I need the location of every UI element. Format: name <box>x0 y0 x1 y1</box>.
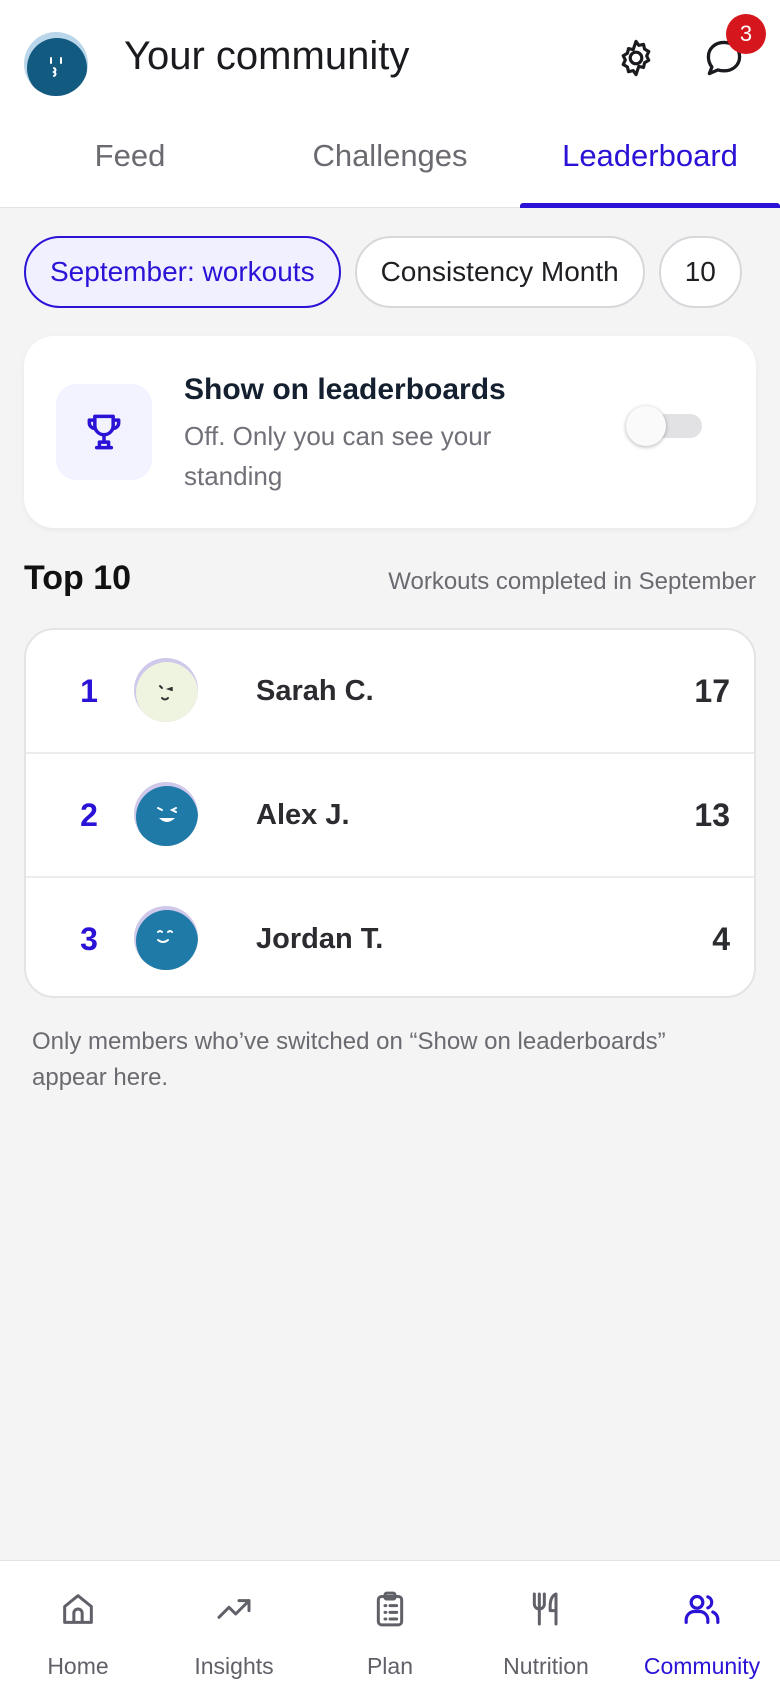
tab-challenges[interactable]: Challenges <box>260 122 520 208</box>
user-avatar[interactable] <box>24 32 88 96</box>
trophy-icon-box <box>56 384 152 480</box>
leaderboard-row[interactable]: 3 Jordan T. 4 <box>26 876 754 996</box>
tab-leaderboard[interactable]: Leaderboard <box>520 122 780 208</box>
settings-button[interactable] <box>606 28 666 88</box>
member-name: Jordan T. <box>256 923 384 955</box>
leaderboard-footnote: Only members who’ve switched on “Show on… <box>32 1028 666 1091</box>
page-title: Your community <box>124 34 410 78</box>
member-avatar <box>134 658 198 722</box>
app-header: Your community 3 Feed Challenges Leaderb… <box>0 0 780 208</box>
nav-community-label: Community <box>643 1653 761 1679</box>
fork-knife-icon <box>532 1592 558 1626</box>
trend-icon <box>217 1599 251 1619</box>
nav-home-label: Home <box>47 1653 109 1679</box>
people-icon <box>684 1594 720 1624</box>
member-score: 4 <box>712 921 730 957</box>
leaderboard-title: Top 10 <box>24 559 132 597</box>
avatar-face <box>136 910 198 970</box>
leaderboard-row[interactable]: 1 Sarah C. 17 <box>26 630 754 752</box>
member-name: Sarah C. <box>256 675 374 707</box>
leaderboard-list: 1 Sarah C. 17 2 Alex J. 13 3 Jordan T. 4 <box>24 628 756 998</box>
nav-nutrition-label: Nutrition <box>503 1653 589 1679</box>
nav-insights[interactable]: Insights <box>156 1561 312 1688</box>
nav-plan[interactable]: Plan <box>312 1561 468 1688</box>
nav-community[interactable]: Community <box>624 1561 780 1688</box>
leaderboard-row[interactable]: 2 Alex J. 13 <box>26 752 754 874</box>
member-avatar <box>134 782 198 846</box>
visibility-description: Off. Only you can see your standing <box>184 421 492 491</box>
tab-bar: Feed Challenges Leaderboard <box>0 122 780 208</box>
clipboard-icon <box>376 1591 404 1627</box>
leaderboard-visibility-card: Show on leaderboards Off. Only you can s… <box>24 336 756 528</box>
nav-home[interactable]: Home <box>0 1561 156 1688</box>
nav-plan-label: Plan <box>366 1653 414 1679</box>
avatar-face <box>136 786 198 846</box>
nav-insights-label: Insights <box>194 1653 274 1679</box>
toggle-thumb <box>626 406 666 446</box>
nav-nutrition[interactable]: Nutrition <box>468 1561 624 1688</box>
rank-number: 1 <box>80 673 98 709</box>
gear-icon <box>621 39 651 77</box>
visibility-title: Show on leaderboards <box>184 373 506 406</box>
chip-more[interactable]: 10 <box>658 236 742 308</box>
trophy-icon <box>87 414 121 450</box>
member-score: 13 <box>694 797 730 833</box>
member-name: Alex J. <box>256 799 350 831</box>
home-icon <box>63 1594 93 1624</box>
leaderboard-visibility-toggle[interactable] <box>626 406 702 446</box>
tab-feed[interactable]: Feed <box>0 122 260 208</box>
challenge-chips: September: workouts Consistency Month 10 <box>24 236 756 308</box>
rank-number: 2 <box>80 797 98 833</box>
chip-september-workouts[interactable]: September: workouts <box>24 236 341 308</box>
chip-consistency-month[interactable]: Consistency Month <box>354 236 645 308</box>
notification-badge: 3 <box>726 14 766 54</box>
rank-number: 3 <box>80 921 98 957</box>
bottom-navigation: Home Insights Plan Nutrition Community <box>0 1560 780 1688</box>
leaderboard-subtitle: Workouts completed in September <box>388 568 756 595</box>
avatar-face <box>136 662 198 722</box>
member-avatar <box>134 906 198 970</box>
avatar-face <box>27 38 87 96</box>
member-score: 17 <box>694 673 730 709</box>
